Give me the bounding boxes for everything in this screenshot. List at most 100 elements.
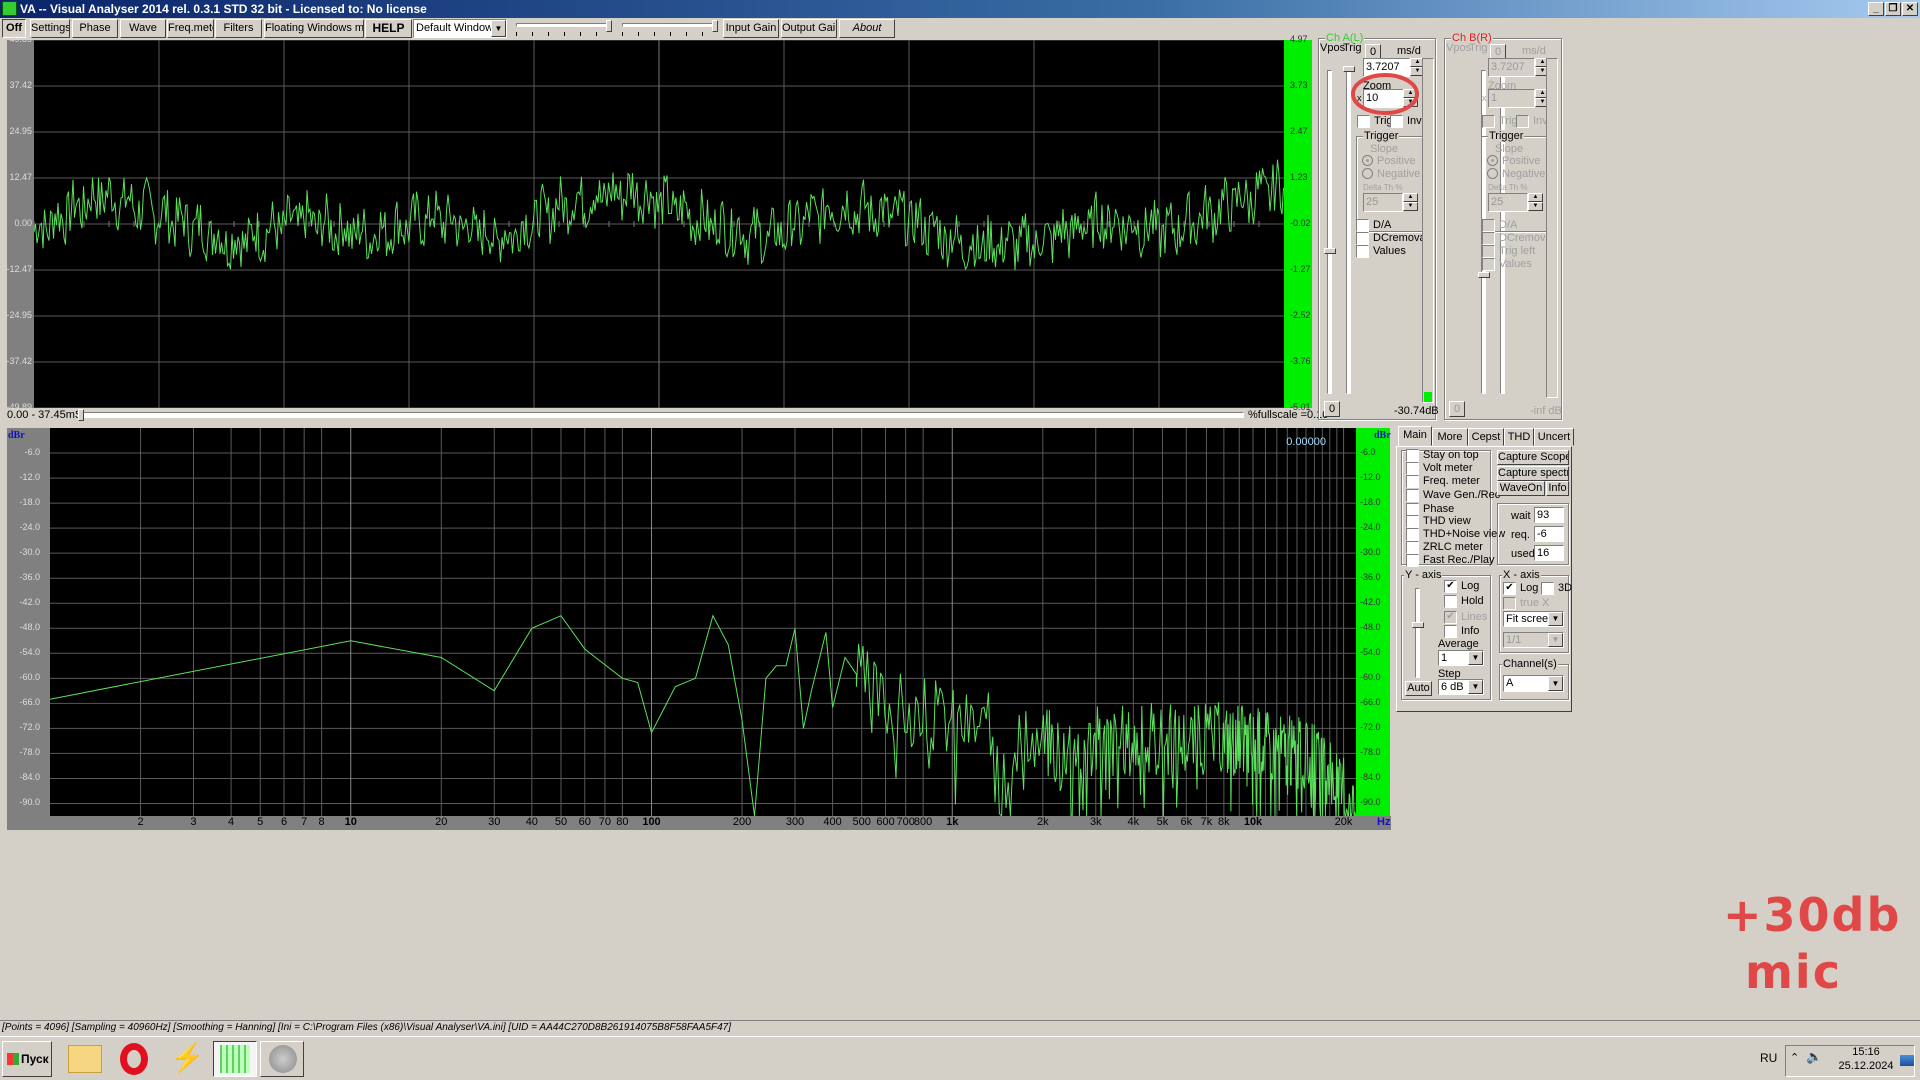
option-checkbox[interactable]: Freq. meter <box>1406 475 1480 488</box>
about-button[interactable]: About <box>839 19 895 38</box>
spectrum-plot[interactable]: 0.00000 <box>50 428 1356 816</box>
input-level-slider[interactable] <box>516 23 612 27</box>
tab-cepst[interactable]: Cepst <box>1468 428 1504 446</box>
spectrum-y-tick-right: -90.0 <box>1360 797 1381 808</box>
dcremoval-checkbox[interactable]: DCremoval <box>1356 232 1428 245</box>
output-gain-button[interactable]: Output Gain <box>781 19 837 38</box>
checkbox-box <box>1406 554 1419 567</box>
step-select[interactable]: 6 dB ▼ <box>1438 679 1484 695</box>
tab-thd[interactable]: THD <box>1504 428 1534 446</box>
floating-windows-button[interactable]: Floating Windows mode <box>264 19 364 38</box>
spectrum-y-tick-right: -48.0 <box>1360 622 1381 633</box>
spectrum-y-tick-left: -60.0 <box>19 672 40 683</box>
y-axis-thumb[interactable] <box>1412 622 1424 629</box>
spectrum-y-tick-left: -54.0 <box>19 647 40 658</box>
option-checkbox[interactable]: THD+Noise view <box>1406 528 1505 541</box>
scope-y-tick-left: 0.00 <box>14 218 32 228</box>
inv-checkbox[interactable]: Inv <box>1390 115 1422 128</box>
scope-y-tick-right: -0.02 <box>1290 218 1311 228</box>
x-log-checkbox[interactable]: ✔ Log <box>1503 582 1538 595</box>
windows-logo-icon <box>7 1053 19 1065</box>
values-checkbox[interactable]: Values <box>1356 245 1406 258</box>
req-value: -6 <box>1534 526 1564 542</box>
spectrum-x-tick: 50 <box>554 816 568 828</box>
capture-spectrum-button[interactable]: Capture spectrum <box>1497 466 1569 481</box>
opera-icon[interactable] <box>120 1043 148 1075</box>
trig-checkbox[interactable]: Trig <box>1357 115 1393 128</box>
trig-slider[interactable] <box>1346 70 1351 394</box>
freq-meter-button[interactable]: Freq.meter <box>167 19 214 38</box>
tab-more[interactable]: More <box>1432 428 1468 446</box>
scope-y-tick-left: 49.89 <box>9 34 32 44</box>
dcremoval-checkbox: DCremoval <box>1482 232 1554 245</box>
option-checkbox[interactable]: THD view <box>1406 515 1471 528</box>
input-level-thumb[interactable] <box>606 20 612 32</box>
channel-select[interactable]: A ▼ <box>1503 675 1564 692</box>
capture-scope-button[interactable]: Capture Scope <box>1497 450 1569 465</box>
da-checkbox[interactable]: D/A <box>1356 219 1391 232</box>
spectrum-y-tick-left: -18.0 <box>19 497 40 508</box>
spectrum-y-ticks-right: -6.0 -12.0 -18.0 -24.0 -30.0 -36.0 -42.0 -48.0 -… <box>1358 428 1392 816</box>
volume-icon[interactable]: 🔈 <box>1806 1049 1822 1065</box>
time-position-slider[interactable] <box>78 412 1244 418</box>
option-checkbox[interactable]: ZRLC meter <box>1406 541 1483 554</box>
option-checkbox[interactable]: Fast Rec./Play <box>1406 554 1495 567</box>
spectrum-x-tick: 3k <box>1089 816 1102 828</box>
language-indicator[interactable]: RU <box>1760 1051 1777 1065</box>
tab-main[interactable]: Main <box>1398 426 1432 446</box>
input-gain-button[interactable]: Input Gain <box>723 19 779 38</box>
audio-taskbar-button[interactable] <box>260 1041 304 1077</box>
average-select[interactable]: 1 ▼ <box>1438 650 1484 666</box>
slope-label: Slope <box>1370 143 1399 155</box>
wave-button[interactable]: Wave <box>120 19 166 38</box>
info-button[interactable]: Info <box>1546 481 1569 496</box>
start-button[interactable]: Пуск <box>2 1041 52 1077</box>
waveon-button[interactable]: WaveOn <box>1497 481 1545 496</box>
close-button[interactable]: ✕ <box>1902 2 1918 16</box>
output-level-slider[interactable] <box>622 23 718 27</box>
option-checkbox[interactable]: Wave Gen./Rec <box>1406 489 1500 502</box>
vpos-slider[interactable] <box>1327 70 1332 394</box>
help-button[interactable]: HELP <box>365 19 412 38</box>
chevron-down-icon: ▼ <box>1468 680 1483 694</box>
vpos-thumb[interactable] <box>1324 248 1336 255</box>
spectrum-x-tick: 20 <box>435 816 448 828</box>
settings-button[interactable]: Settings <box>30 19 70 38</box>
tab-uncert[interactable]: Uncert <box>1534 428 1574 446</box>
y-hold-checkbox[interactable]: Hold <box>1444 595 1484 608</box>
spectrum-y-tick-right: -84.0 <box>1360 772 1381 783</box>
option-checkbox[interactable]: Volt meter <box>1406 462 1473 475</box>
y-log-checkbox[interactable]: ✔ Log <box>1444 580 1479 593</box>
fit-screen-select[interactable]: Fit screen ▼ <box>1503 611 1564 627</box>
show-desktop-icon[interactable] <box>1900 1055 1914 1066</box>
show-hidden-icons-icon[interactable]: ⌃ <box>1790 1051 1799 1064</box>
winamp-icon[interactable]: ⚡ <box>170 1043 205 1073</box>
y-info-checkbox[interactable]: Info <box>1444 625 1479 638</box>
time-position-thumb[interactable] <box>78 409 84 421</box>
phase-button[interactable]: Phase <box>72 19 118 38</box>
spectrum-x-tick: 70 <box>598 816 612 828</box>
trig-label: Trig <box>1343 42 1362 54</box>
checkbox-box <box>1406 528 1419 541</box>
spectrum-x-tick: 7 <box>301 816 308 828</box>
input-device-select[interactable]: Default Windows inp ▼ <box>413 19 507 38</box>
file-explorer-icon[interactable] <box>68 1045 102 1073</box>
option-checkbox[interactable]: Stay on top <box>1406 449 1479 462</box>
filters-button[interactable]: Filters <box>215 19 262 38</box>
spectrum-x-tick: 3 <box>190 816 197 828</box>
spectrum-y-tick-right: -12.0 <box>1360 472 1381 483</box>
minimize-button[interactable]: _ <box>1868 2 1884 16</box>
output-level-thumb[interactable] <box>712 20 718 32</box>
bottom-zero-button[interactable]: 0 <box>1324 401 1340 417</box>
auto-button[interactable]: Auto <box>1405 681 1432 696</box>
used-value: 16 <box>1534 545 1564 561</box>
restore-button[interactable]: ❐ <box>1885 2 1901 16</box>
scope-y-tick-right: 3.73 <box>1290 80 1308 90</box>
visual-analyser-taskbar-button[interactable] <box>213 1041 257 1077</box>
average-label: Average <box>1438 638 1479 650</box>
y-axis-slider[interactable] <box>1415 588 1420 678</box>
scope-plot[interactable] <box>34 40 1284 408</box>
3d-checkbox[interactable]: 3D <box>1541 582 1572 595</box>
scope-y-tick-right: 1.23 <box>1290 172 1308 182</box>
chevron-down-icon: ▼ <box>1548 676 1563 691</box>
